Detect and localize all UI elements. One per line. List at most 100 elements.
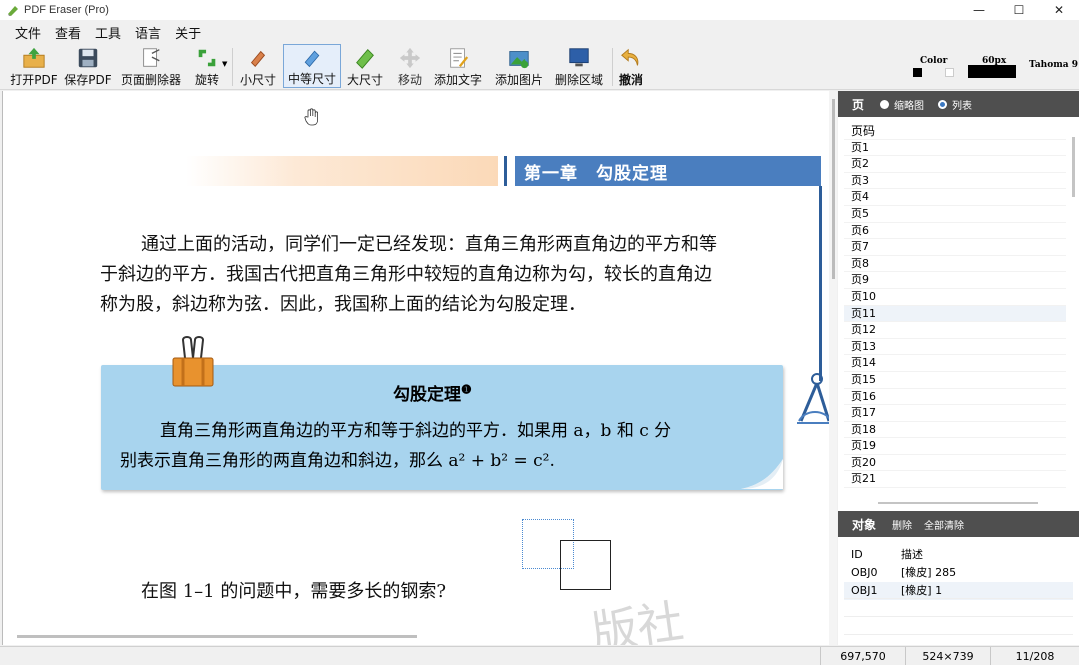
horizontal-scrollbar[interactable] <box>17 635 417 638</box>
page-list-item[interactable]: 页12 <box>844 322 1066 339</box>
page-list-item[interactable]: 页18 <box>844 422 1066 439</box>
clear-all-button[interactable]: 全部清除 <box>924 517 964 532</box>
add-text-icon <box>450 48 469 68</box>
background-color-swatch[interactable] <box>945 68 954 77</box>
page-list-item[interactable]: 页8 <box>844 256 1066 273</box>
save-pdf-button[interactable]: 保存PDF <box>64 44 112 88</box>
font-label[interactable]: Tahoma 9 <box>1029 60 1078 70</box>
medium-size-button[interactable]: 中等尺寸 <box>283 44 341 88</box>
rotate-dropdown-icon[interactable]: ▼ <box>222 60 227 68</box>
medium-size-label: 中等尺寸 <box>287 72 336 86</box>
menu-tools[interactable]: 工具 <box>88 23 128 42</box>
page-list-item[interactable]: 页4 <box>844 189 1066 206</box>
page-list-item[interactable]: 页20 <box>844 455 1066 472</box>
list-radio[interactable]: 列表 <box>938 97 972 112</box>
page-list-item[interactable]: 页7 <box>844 239 1066 256</box>
page-list-item[interactable]: 页2 <box>844 156 1066 173</box>
small-eraser-icon <box>250 50 266 67</box>
objects-col-desc: 描述 <box>901 548 923 561</box>
toolbar-separator <box>612 48 613 86</box>
objects-table: ID 描述 OBJ0 [橡皮] 285 OBJ1 [橡皮] 1 <box>844 546 1073 600</box>
objects-table-empty-rows <box>844 598 1073 645</box>
object-desc: [橡皮] 285 <box>901 566 957 579</box>
brush-size-preview[interactable] <box>968 65 1016 78</box>
page-list-item[interactable]: 页1 <box>844 140 1066 157</box>
chapter-divider <box>504 156 507 186</box>
rotate-label: 旋转 <box>194 73 219 87</box>
page-list-item[interactable]: 页3 <box>844 173 1066 190</box>
page-list-item[interactable]: 页19 <box>844 438 1066 455</box>
delete-area-label: 删除区域 <box>554 73 603 87</box>
page-list-item[interactable]: 页13 <box>844 339 1066 356</box>
table-row[interactable]: OBJ0 [橡皮] 285 <box>844 564 1073 582</box>
thumbnail-radio-label: 缩略图 <box>894 100 925 112</box>
menu-language[interactable]: 语言 <box>128 23 168 42</box>
list-radio-label: 列表 <box>952 100 973 112</box>
window-title: PDF Eraser (Pro) <box>24 4 109 16</box>
theorem-title: 勾股定理❶ <box>393 380 472 405</box>
rotate-button[interactable]: 旋转 <box>189 44 225 88</box>
page-counter: 11/208 <box>990 647 1079 665</box>
large-size-button[interactable]: 大尺寸 <box>344 44 386 88</box>
page-list-item[interactable]: 页9 <box>844 272 1066 289</box>
add-text-label: 添加文字 <box>433 73 482 87</box>
close-button[interactable]: ✕ <box>1039 0 1079 20</box>
document-viewer[interactable]: 第一章 勾股定理 通过上面的活动，同学们一定已经发现：直角三角形两直角边的平方和… <box>2 91 837 645</box>
menu-bar: 文件 查看 工具 语言 关于 <box>0 21 208 43</box>
radio-off-icon <box>880 99 890 109</box>
page-list-scrollbar[interactable] <box>1072 137 1075 197</box>
page-list-item[interactable]: 页5 <box>844 206 1066 223</box>
page-list-item-selected[interactable]: 页11 <box>844 305 1066 323</box>
add-image-button[interactable]: 添加图片 <box>491 44 547 88</box>
small-size-button[interactable]: 小尺寸 <box>236 44 280 88</box>
monitor-icon <box>569 48 589 67</box>
objects-panel-header: 对象 删除 全部清除 <box>838 511 1079 537</box>
page-list-item[interactable]: 页6 <box>844 223 1066 240</box>
delete-area-button[interactable]: 删除区域 <box>552 44 606 88</box>
binder-clip-icon <box>172 336 214 387</box>
chapter-title: 第一章 勾股定理 <box>515 156 821 186</box>
page-list-item[interactable]: 页14 <box>844 355 1066 372</box>
page-list[interactable]: 页码 页1 页2 页3 页4 页5 页6 页7 页8 页9 页10 页11 页1… <box>844 123 1066 493</box>
radio-on-icon <box>938 99 948 109</box>
add-text-button[interactable]: 添加文字 <box>431 44 485 88</box>
delete-object-button[interactable]: 删除 <box>892 517 912 532</box>
eraser-brush-box[interactable] <box>560 540 611 590</box>
menu-file[interactable]: 文件 <box>8 23 48 42</box>
undo-arrow-icon <box>621 48 639 66</box>
add-image-label: 添加图片 <box>494 73 543 87</box>
chapter-side-rule <box>819 186 822 381</box>
move-label: 移动 <box>397 73 422 87</box>
minimize-button[interactable]: — <box>959 0 999 20</box>
page-list-hscrollbar[interactable] <box>878 502 1038 504</box>
maximize-button[interactable]: ☐ <box>999 0 1039 20</box>
paragraph-line-3: 称为股，斜边称为弦．因此，我国称上面的结论为勾股定理． <box>100 294 586 315</box>
question-line: 在图 1–1 的问题中，需要多长的钢索? <box>141 581 446 602</box>
page-list-item[interactable]: 页16 <box>844 389 1066 406</box>
undo-button[interactable]: 撤消 <box>616 44 646 88</box>
theorem-title-text: 勾股定理 <box>393 385 461 405</box>
side-panel: 页 缩略图 列表 页码 页1 页2 页3 页4 页5 页6 页7 页8 页9 页… <box>838 91 1079 645</box>
open-pdf-button[interactable]: 打开PDF <box>10 44 58 88</box>
menu-view[interactable]: 查看 <box>48 23 88 42</box>
move-button[interactable]: 移动 <box>393 44 427 88</box>
page-list-item[interactable]: 页10 <box>844 289 1066 306</box>
objects-header-label: 对象 <box>852 517 877 532</box>
add-image-icon <box>509 51 529 69</box>
page-size: 524×739 <box>905 647 990 665</box>
vertical-scrollbar-thumb[interactable] <box>832 99 835 279</box>
page-list-item[interactable]: 页21 <box>844 471 1066 489</box>
eraser-app-icon <box>8 6 18 16</box>
large-eraser-icon <box>356 49 374 69</box>
page-remover-label: 页面删除器 <box>120 73 181 87</box>
thumbnail-radio[interactable]: 缩略图 <box>880 97 924 112</box>
toolbar: 打开PDF 保存PDF 页面删除器 旋转 ▼ 小尺寸 中等尺寸 大尺寸 移动 添… <box>0 44 1079 90</box>
pdf-page[interactable]: 第一章 勾股定理 通过上面的活动，同学们一定已经发现：直角三角形两直角边的平方和… <box>3 91 837 645</box>
compass-decoration <box>797 373 831 424</box>
page-remover-button[interactable]: 页面删除器 <box>118 44 184 88</box>
foreground-color-swatch[interactable] <box>913 68 922 77</box>
page-list-item[interactable]: 页17 <box>844 405 1066 422</box>
menu-about[interactable]: 关于 <box>168 23 208 42</box>
page-list-item[interactable]: 页15 <box>844 372 1066 389</box>
toolbar-separator <box>232 48 233 86</box>
